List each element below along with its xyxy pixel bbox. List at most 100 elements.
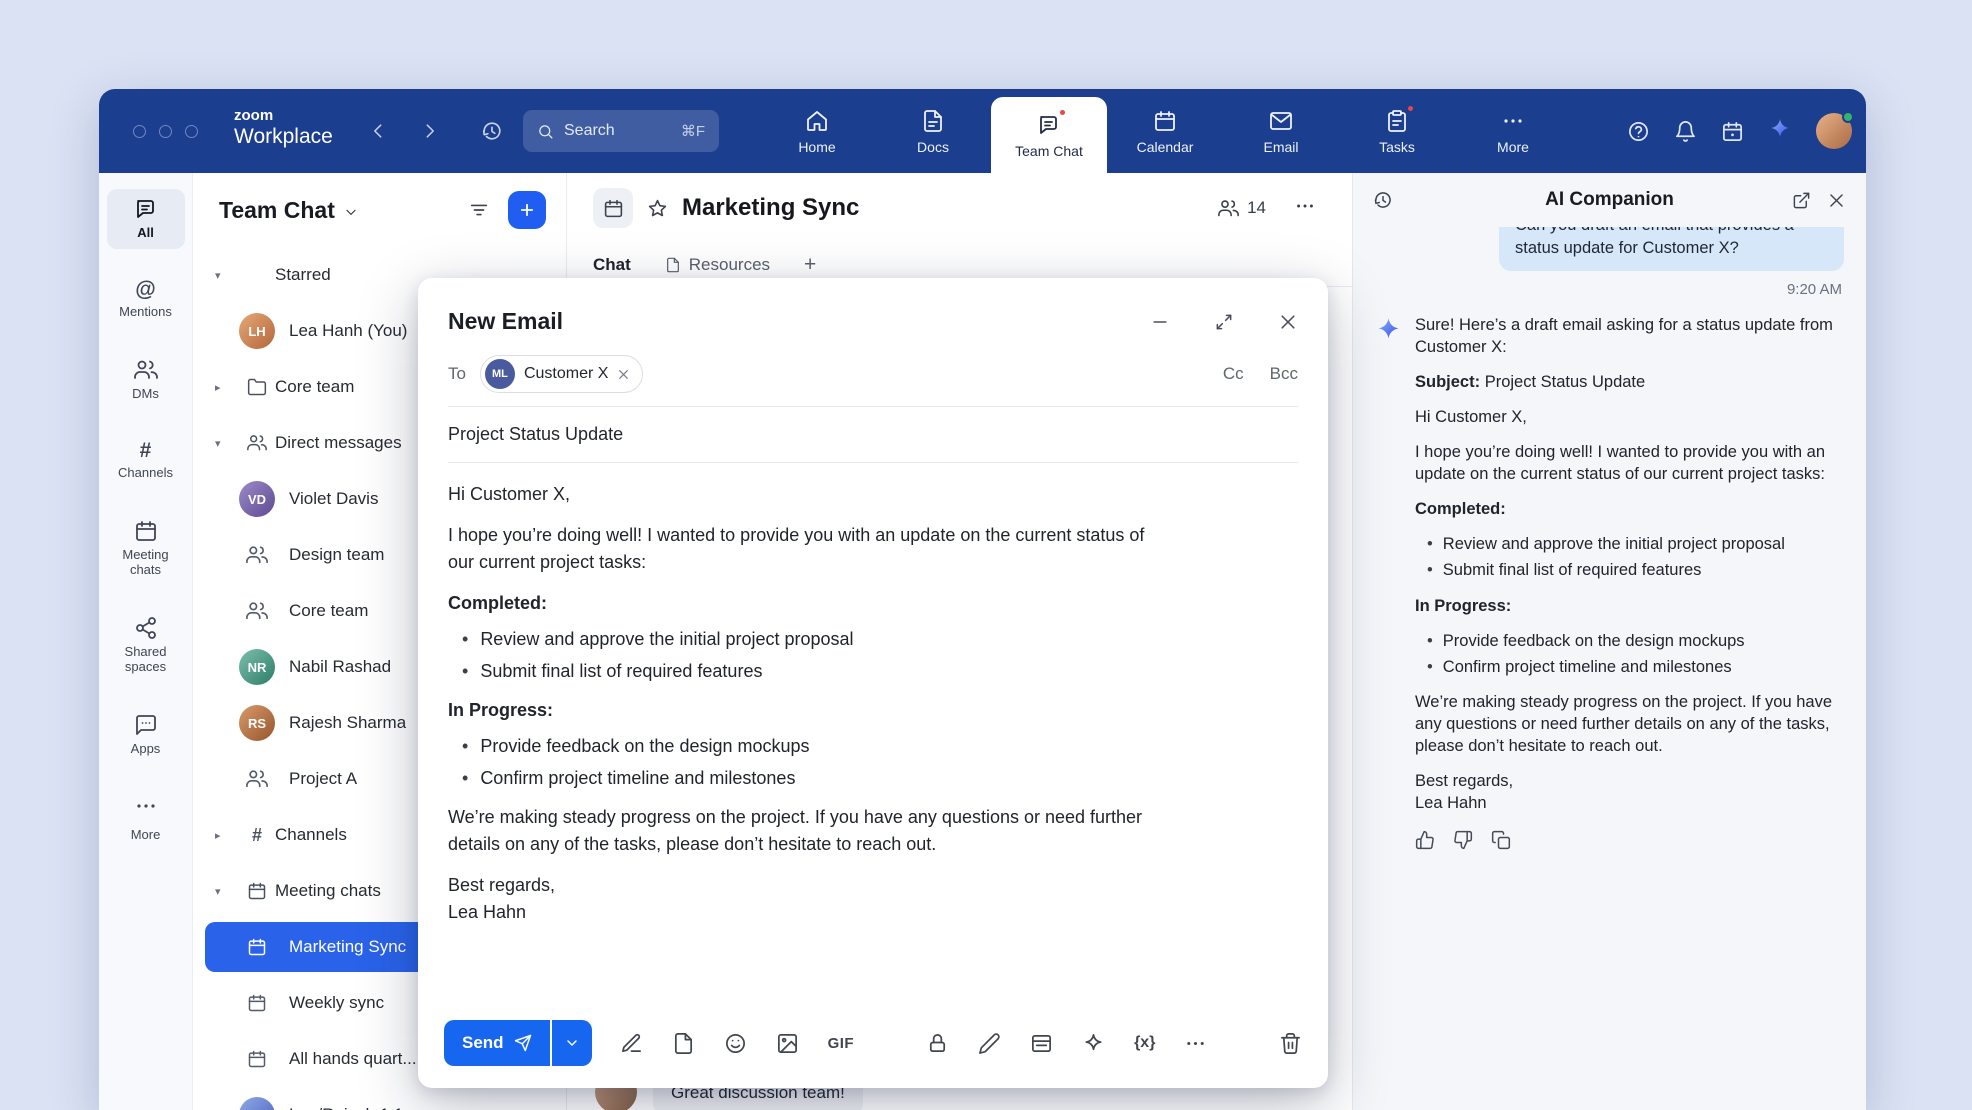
modal-title: New Email: [448, 308, 563, 335]
pencil-icon[interactable]: [978, 1032, 1001, 1055]
filter-icon[interactable]: [468, 199, 490, 221]
shared-spaces-icon: [134, 616, 158, 640]
window-minimize-button[interactable]: [159, 125, 172, 138]
thumbs-down-icon[interactable]: [1453, 830, 1473, 850]
search-input[interactable]: Search ⌘F: [523, 110, 719, 152]
rail-item-shared-spaces[interactable]: Shared spaces: [107, 608, 185, 683]
modal-window-controls: [1150, 312, 1298, 332]
collapse-triangle-icon[interactable]: ▸: [215, 829, 239, 842]
email-body-editor[interactable]: Hi Customer X, I hope you’re doing well!…: [448, 463, 1168, 926]
thumbs-up-icon[interactable]: [1415, 830, 1435, 850]
chat-header-actions: 14: [1218, 195, 1326, 222]
subject-field[interactable]: Project Status Update: [448, 407, 1298, 463]
calendar-widget-icon[interactable]: [1721, 120, 1744, 143]
new-chat-button[interactable]: [508, 191, 546, 229]
collapse-triangle-icon[interactable]: ▸: [215, 381, 239, 394]
folder-icon: [239, 377, 275, 397]
forward-button[interactable]: [419, 121, 439, 141]
bcc-button[interactable]: Bcc: [1270, 364, 1298, 384]
cc-button[interactable]: Cc: [1223, 364, 1244, 384]
collapse-triangle-icon[interactable]: ▾: [215, 885, 239, 898]
ai-subject-line: Subject: Project Status Update: [1415, 371, 1840, 393]
collapse-triangle-icon[interactable]: ▾: [215, 269, 239, 282]
ai-signoff: Best regards,: [1415, 770, 1840, 792]
ai-response: Sure! Here’s a draft email asking for a …: [1375, 314, 1844, 851]
lock-icon[interactable]: [926, 1032, 949, 1055]
emoji-icon[interactable]: [724, 1032, 747, 1055]
search-icon: [537, 123, 554, 140]
ai-companion-icon[interactable]: [1768, 117, 1792, 146]
variables-button[interactable]: {x}: [1134, 1034, 1155, 1052]
search-shortcut: ⌘F: [681, 122, 705, 140]
ai-history-icon[interactable]: [1373, 190, 1393, 210]
avatar: RS: [239, 705, 275, 741]
rail-item-dms[interactable]: DMs: [107, 350, 185, 410]
email-icon: [1268, 108, 1294, 134]
collapse-triangle-icon[interactable]: ▾: [215, 437, 239, 450]
more-options-icon[interactable]: [1184, 1032, 1207, 1055]
close-icon[interactable]: [1278, 312, 1298, 332]
open-in-new-icon[interactable]: [1792, 191, 1811, 210]
history-icon[interactable]: [481, 120, 503, 142]
minimize-icon[interactable]: [1150, 312, 1170, 332]
email-completed-label: Completed:: [448, 590, 1168, 617]
star-icon[interactable]: [647, 198, 668, 219]
email-greeting: Hi Customer X,: [448, 481, 1168, 508]
discard-draft-icon[interactable]: [1279, 1032, 1302, 1055]
template-icon[interactable]: [1030, 1032, 1053, 1055]
copy-icon[interactable]: [1491, 830, 1511, 850]
rail-item-all[interactable]: All: [107, 189, 185, 249]
nav-home[interactable]: Home: [759, 89, 875, 173]
nav-more[interactable]: More: [1455, 89, 1571, 173]
rail-item-mentions[interactable]: @ Mentions: [107, 271, 185, 328]
ai-body-intro: I hope you’re doing well! I wanted to pr…: [1415, 441, 1840, 485]
image-icon[interactable]: [776, 1032, 799, 1055]
recipient-chip[interactable]: ML Customer X: [480, 355, 643, 393]
member-count[interactable]: 14: [1218, 198, 1266, 219]
nav-email[interactable]: Email: [1223, 89, 1339, 173]
new-email-modal: New Email To ML Customer X Cc Bcc Projec…: [418, 278, 1328, 1088]
send-options-dropdown[interactable]: [552, 1020, 592, 1066]
signature-pen-icon[interactable]: [620, 1032, 643, 1055]
chat-title: Marketing Sync: [682, 194, 859, 222]
cc-bcc-toggles: Cc Bcc: [1223, 364, 1298, 384]
mentions-icon: @: [135, 279, 155, 300]
ai-header: AI Companion: [1353, 173, 1866, 227]
nav-tasks[interactable]: Tasks: [1339, 89, 1455, 173]
rail-item-channels[interactable]: # Channels: [107, 432, 185, 489]
close-icon[interactable]: [1827, 191, 1846, 210]
email-intro: I hope you’re doing well! I wanted to pr…: [448, 522, 1168, 576]
expand-icon[interactable]: [1214, 312, 1234, 332]
tasks-icon: [1384, 108, 1410, 134]
nav-docs[interactable]: Docs: [875, 89, 991, 173]
to-field[interactable]: To ML Customer X Cc Bcc: [448, 355, 1298, 407]
attach-file-icon[interactable]: [672, 1032, 695, 1055]
help-icon[interactable]: [1627, 120, 1650, 143]
window-zoom-button[interactable]: [185, 125, 198, 138]
gif-button[interactable]: GIF: [828, 1035, 855, 1052]
ai-user-message: Can you draft an email that provides a s…: [1499, 227, 1844, 271]
chevron-down-icon[interactable]: [344, 205, 358, 219]
notifications-icon[interactable]: [1674, 120, 1697, 143]
docs-icon: [920, 108, 946, 134]
rail-item-meeting-chats[interactable]: Meeting chats: [107, 511, 185, 586]
window-close-button[interactable]: [133, 125, 146, 138]
send-button[interactable]: Send: [444, 1020, 550, 1066]
sidebar-title[interactable]: Team Chat: [219, 197, 335, 224]
rail-item-more[interactable]: More: [107, 786, 185, 851]
ai-sparkle-icon[interactable]: [1082, 1032, 1105, 1055]
nav-team-chat[interactable]: Team Chat: [991, 97, 1107, 173]
window-controls[interactable]: [133, 125, 198, 138]
compose-toolbar: Send GIF {x}: [444, 1020, 1302, 1066]
remove-recipient-icon[interactable]: [617, 368, 630, 381]
history-navigation: [369, 89, 503, 173]
user-avatar[interactable]: [1816, 113, 1852, 149]
ai-timestamp: 9:20 AM: [1377, 281, 1842, 298]
rail-item-apps[interactable]: Apps: [107, 705, 185, 765]
sidebar-item-lea-rajesh[interactable]: LR Lea/Rajesh 1:1: [193, 1087, 566, 1110]
nav-calendar[interactable]: Calendar: [1107, 89, 1223, 173]
chat-more-icon[interactable]: [1294, 195, 1316, 222]
back-button[interactable]: [369, 121, 389, 141]
titlebar: zoom Workplace Search ⌘F Home Docs: [99, 89, 1866, 173]
recipient-name: Customer X: [524, 365, 608, 383]
